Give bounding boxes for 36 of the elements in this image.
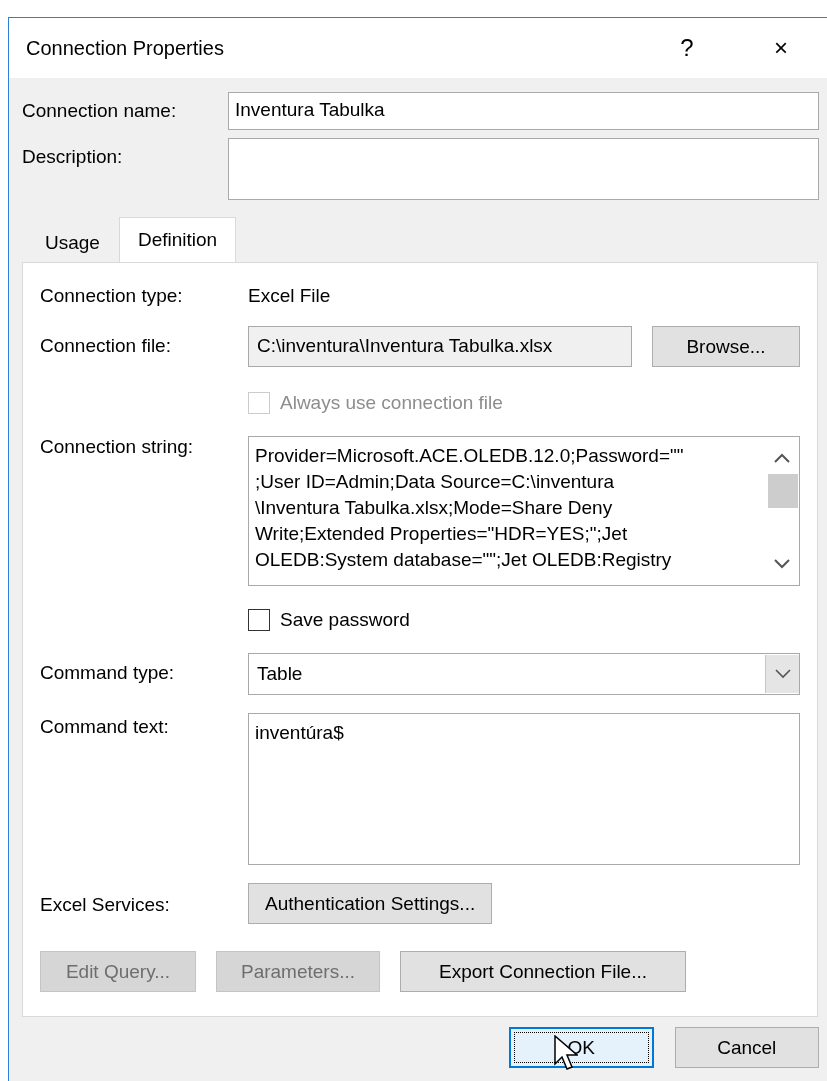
authentication-settings-button[interactable]: Authentication Settings...: [248, 883, 493, 924]
window-title: Connection Properties: [26, 36, 225, 60]
field-label: Connection name:: [22, 99, 178, 123]
field-label: Command type:: [40, 661, 176, 684]
field-label: Command text:: [40, 715, 170, 738]
text-line: OLEDB:System database="";Jet OLEDB:Registry: [255, 548, 673, 572]
text-line: Provider=Microsoft.ACE.OLEDB.12.0;Password="": [255, 444, 685, 468]
scroll-down-icon[interactable]: [772, 557, 792, 571]
text-line: ;User ID=Admin;Data Source=C:\inventura: [255, 470, 616, 494]
dialog-button[interactable]: Export Connection File...: [400, 951, 686, 992]
text-area[interactable]: inventúra$: [248, 713, 800, 865]
browse-button[interactable]: Browse...: [652, 326, 800, 367]
help-button[interactable]: ?: [640, 34, 734, 62]
field-label: Connection file:: [40, 334, 172, 357]
tab[interactable]: Usage: [22, 223, 119, 262]
file-path-field[interactable]: C:\inventura\Inventura Tabulka.xlsx: [248, 326, 632, 367]
field-value: Excel File: [248, 285, 331, 307]
checkbox-label: Always use connection file: [280, 392, 503, 414]
tab[interactable]: Definition: [118, 217, 237, 262]
field-label: Connection type:: [40, 285, 184, 307]
scroll-up-icon[interactable]: [772, 451, 792, 465]
checkbox[interactable]: [248, 609, 270, 631]
scrollbar-thumb[interactable]: [768, 474, 798, 508]
close-button[interactable]: ×: [734, 34, 827, 62]
text-area[interactable]: [248, 436, 800, 586]
field-label: Description:: [22, 145, 124, 169]
field-label: Excel Services:: [40, 893, 171, 916]
checkbox-label: Save password: [280, 609, 410, 631]
text-line: inventúra$: [255, 721, 345, 745]
text-field[interactable]: Inventura Tabulka: [228, 92, 819, 130]
field-label: Connection string:: [40, 436, 195, 458]
chevron-down-icon: [773, 669, 792, 679]
dropdown[interactable]: Table: [248, 653, 800, 695]
cancel-button[interactable]: Cancel: [674, 1027, 819, 1068]
text-line: \Inventura Tabulka.xlsx;Mode=Share Deny: [255, 496, 614, 520]
text-line: Write;Extended Properties="HDR=YES;";Jet: [255, 522, 629, 546]
